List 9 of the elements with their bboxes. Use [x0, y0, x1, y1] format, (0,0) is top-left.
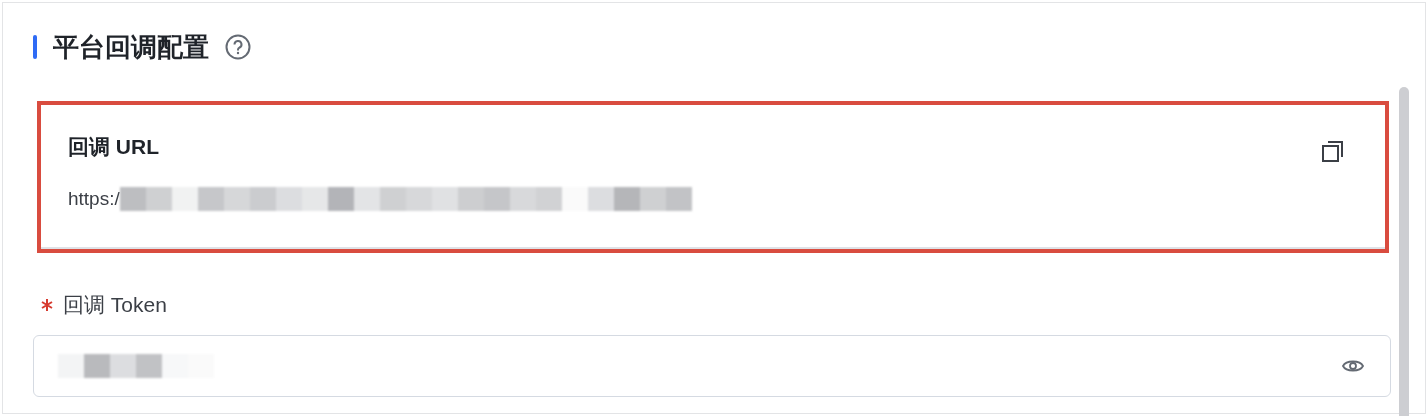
section-title: 平台回调配置 — [53, 30, 209, 64]
scrollbar-thumb[interactable] — [1399, 87, 1409, 416]
copy-icon[interactable] — [1321, 139, 1345, 163]
title-accent-bar — [33, 35, 37, 59]
url-value: https:/ — [68, 187, 120, 211]
token-label: 回调 Token — [63, 292, 167, 318]
url-label: 回调 URL — [68, 134, 159, 160]
help-icon[interactable] — [225, 34, 251, 60]
token-input-field[interactable] — [33, 334, 1391, 397]
